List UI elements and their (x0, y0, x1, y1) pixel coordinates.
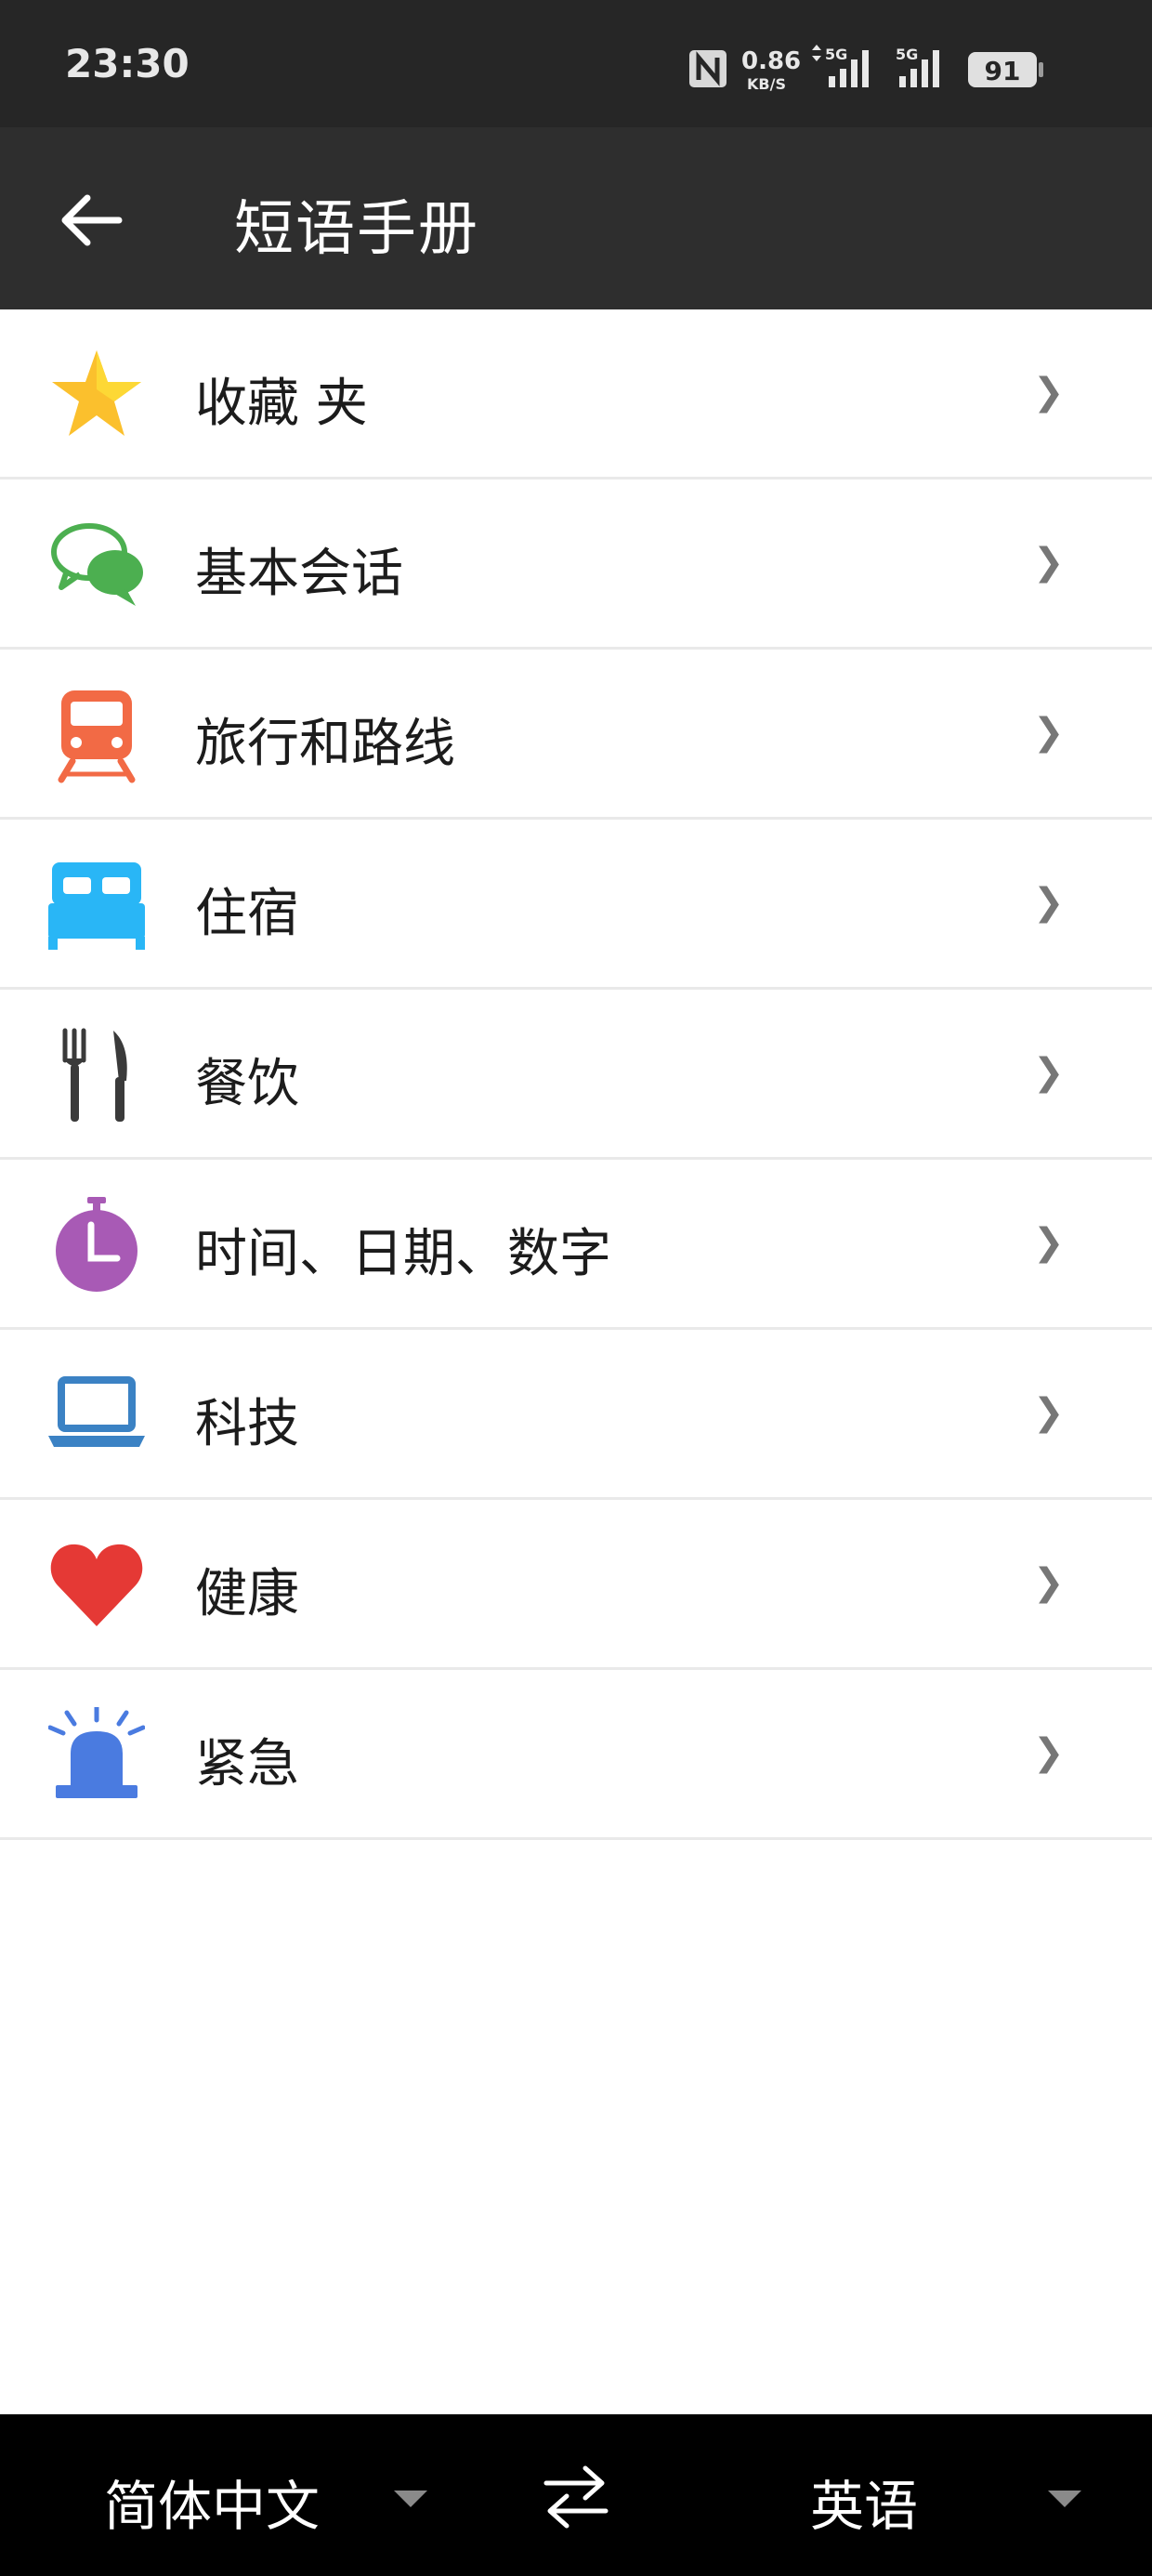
chevron-right-icon: ❯ (1033, 1561, 1065, 1604)
category-label: 基本会话 (195, 544, 403, 604)
heart-icon (50, 1544, 143, 1626)
source-language-selector[interactable]: 简体中文 (104, 2463, 320, 2541)
net-speed-value: 0.86 (741, 47, 801, 75)
category-label: 健康 (195, 1564, 299, 1624)
battery-level: 91 (985, 56, 1021, 86)
net-speed-unit: KB/S (747, 75, 786, 93)
chevron-right-icon: ❯ (1033, 881, 1065, 924)
category-label: 旅行和路线 (195, 714, 455, 774)
category-label: 住宿 (195, 884, 299, 944)
category-basic-conversation[interactable]: 基本会话 ❯ (0, 480, 1152, 650)
status-time: 23:30 (65, 41, 190, 86)
arrow-left-icon (61, 194, 123, 246)
category-favorites[interactable]: 收藏 夹 ❯ (0, 309, 1152, 480)
fork-knife-icon (62, 1028, 127, 1122)
target-language-selector[interactable]: 英语 (810, 2463, 918, 2541)
signal-2-label: 5G (896, 46, 918, 63)
siren-icon (48, 1707, 145, 1798)
category-health[interactable]: 健康 ❯ (0, 1500, 1152, 1670)
star-icon (52, 350, 141, 436)
category-label: 时间、日期、数字 (195, 1224, 611, 1284)
train-icon (58, 690, 136, 783)
chevron-right-icon: ❯ (1033, 1051, 1065, 1094)
back-button[interactable] (54, 183, 128, 257)
language-bar: 简体中文 英语 (0, 2414, 1152, 2576)
category-accommodation[interactable]: 住宿 ❯ (0, 820, 1152, 990)
status-icons: 0.86 KB/S 5G 5G 91 (689, 45, 1043, 93)
category-list: 收藏 夹 ❯ 基本会话 ❯ 旅行和路线 ❯ 住宿 ❯ 餐饮 ❯ 时间、日期、数字… (0, 309, 1152, 1840)
category-emergency[interactable]: 紧急 ❯ (0, 1670, 1152, 1840)
bed-icon (48, 862, 145, 950)
category-label: 科技 (195, 1394, 299, 1454)
swap-arrows-icon[interactable] (541, 2463, 611, 2530)
category-dining[interactable]: 餐饮 ❯ (0, 990, 1152, 1160)
chevron-right-icon: ❯ (1033, 711, 1065, 754)
chevron-right-icon: ❯ (1033, 1731, 1065, 1774)
category-travel-routes[interactable]: 旅行和路线 ❯ (0, 650, 1152, 820)
data-arrows-icon (812, 45, 821, 61)
chevron-right-icon: ❯ (1033, 541, 1065, 584)
signal-1-label: 5G (825, 46, 847, 63)
category-label: 收藏 夹 (195, 374, 368, 434)
chevron-down-icon[interactable] (394, 2491, 427, 2507)
stopwatch-icon (56, 1197, 137, 1292)
page-title: 短语手册 (234, 195, 479, 264)
chevron-right-icon: ❯ (1033, 1391, 1065, 1434)
status-bar: 23:30 0.86 KB/S 5G 5G 91 (0, 0, 1152, 127)
category-label: 餐饮 (195, 1054, 299, 1114)
laptop-icon (48, 1376, 145, 1447)
chevron-right-icon: ❯ (1033, 1221, 1065, 1264)
category-label: 紧急 (195, 1734, 299, 1794)
category-technology[interactable]: 科技 ❯ (0, 1330, 1152, 1500)
chevron-right-icon: ❯ (1033, 371, 1065, 414)
app-bar: 短语手册 (0, 127, 1152, 309)
chat-bubbles-icon (51, 523, 143, 606)
category-time-date-numbers[interactable]: 时间、日期、数字 ❯ (0, 1160, 1152, 1330)
nfc-icon (689, 50, 727, 87)
chevron-down-icon[interactable] (1048, 2491, 1081, 2507)
